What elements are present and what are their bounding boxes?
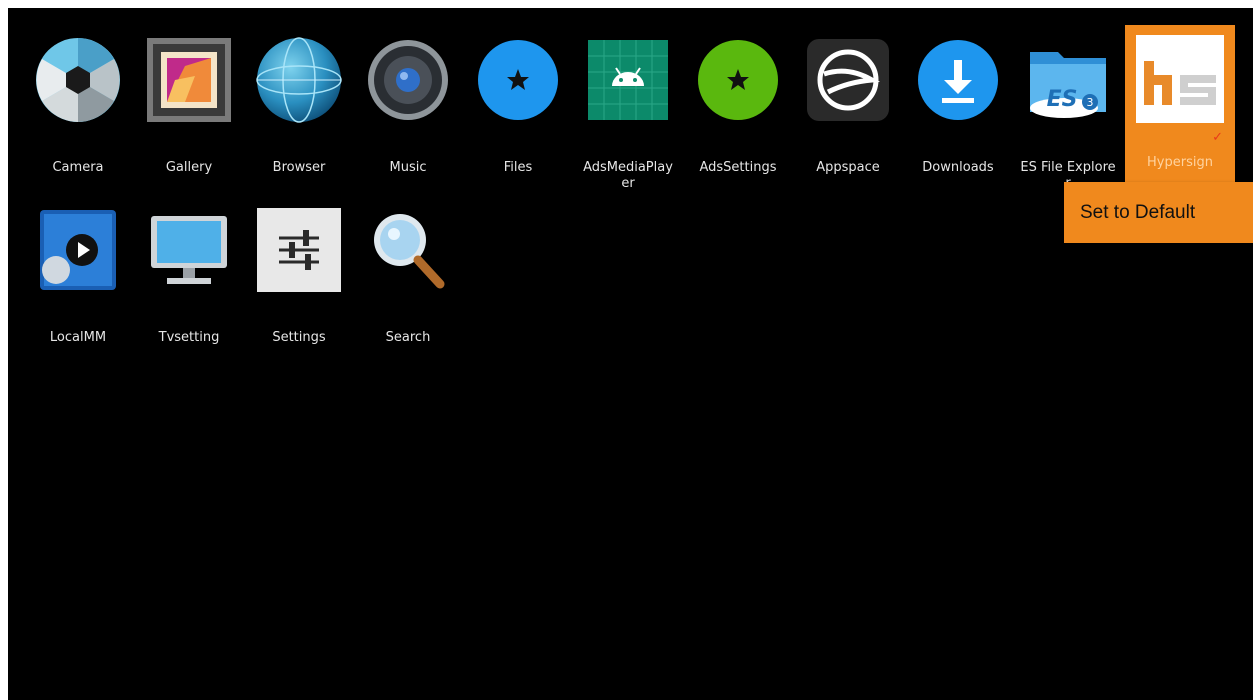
- globe-icon: [255, 36, 343, 124]
- magnifier-icon: [364, 206, 452, 294]
- app-tile-files[interactable]: Files: [463, 8, 573, 175]
- app-tile-gallery[interactable]: Gallery: [134, 8, 244, 175]
- app-tile-downloads[interactable]: Downloads: [903, 8, 1013, 175]
- speaker-icon: [364, 36, 452, 124]
- svg-text:3: 3: [1087, 96, 1094, 109]
- app-tile-browser[interactable]: Browser: [244, 8, 354, 175]
- monitor-icon: [145, 206, 233, 294]
- app-label: Music: [389, 160, 427, 175]
- app-grid: Camera Gallery Browser Music Files AdsMe…: [8, 8, 1253, 700]
- app-label: Gallery: [165, 160, 213, 175]
- app-tile-hypersign[interactable]: ✓ Hypersign: [1125, 25, 1235, 183]
- set-default-menu-item[interactable]: Set to Default: [1080, 202, 1195, 224]
- app-label: Hypersign: [1147, 155, 1213, 170]
- app-label: Appspace: [816, 160, 880, 175]
- download-icon: [914, 36, 1002, 124]
- es-folder-icon: ES 3: [1024, 36, 1112, 124]
- hypersign-logo-icon: [1136, 35, 1224, 123]
- app-label: Camera: [52, 160, 104, 175]
- app-label: AdsSettings: [699, 160, 777, 175]
- appspace-icon: [804, 36, 892, 124]
- android-icon: [584, 36, 672, 124]
- app-tile-camera[interactable]: Camera: [23, 8, 133, 175]
- app-label: LocalMM: [49, 330, 107, 345]
- app-tile-search[interactable]: Search: [353, 178, 463, 345]
- star-icon: [694, 36, 782, 124]
- app-label: Search: [385, 330, 431, 345]
- app-tile-tvsetting[interactable]: Tvsetting: [134, 178, 244, 345]
- gallery-icon: [145, 36, 233, 124]
- camera-icon: [34, 36, 122, 124]
- svg-text:ES: ES: [1047, 87, 1078, 112]
- app-label: AdsMediaPlayer: [583, 160, 673, 191]
- launcher-screen: Camera Gallery Browser Music Files AdsMe…: [8, 8, 1253, 700]
- context-menu: Set to Default: [1064, 182, 1253, 243]
- app-tile-appspace[interactable]: Appspace: [793, 8, 903, 175]
- app-label: Settings: [272, 330, 326, 345]
- star-icon: [474, 36, 562, 124]
- app-tile-es-file-explorer[interactable]: ES 3 ES File Explorer: [1013, 8, 1123, 191]
- app-label: Tvsetting: [158, 330, 220, 345]
- sliders-icon: [255, 206, 343, 294]
- app-tile-music[interactable]: Music: [353, 8, 463, 175]
- app-tile-adssettings[interactable]: AdsSettings: [683, 8, 793, 175]
- check-icon: ✓: [1212, 130, 1223, 145]
- app-label: Files: [503, 160, 533, 175]
- video-play-icon: [34, 206, 122, 294]
- app-tile-adsmediaplayer[interactable]: AdsMediaPlayer: [573, 8, 683, 191]
- app-label: Browser: [272, 160, 326, 175]
- app-tile-settings[interactable]: Settings: [244, 178, 354, 345]
- app-tile-localmm[interactable]: LocalMM: [23, 178, 133, 345]
- app-label: Downloads: [922, 160, 994, 175]
